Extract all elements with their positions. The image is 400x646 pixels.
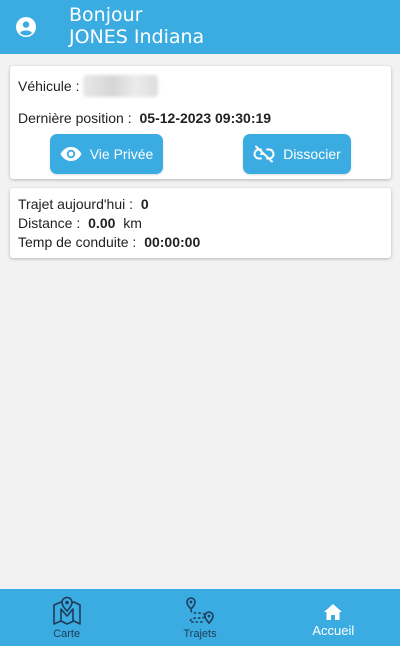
distance-label: Distance : (18, 215, 81, 231)
nav-item-trajets-label: Trajets (183, 628, 217, 640)
distance-row: Distance : 0.00 km (18, 214, 142, 233)
last-position-value: 05-12-2023 09:30:19 (139, 110, 272, 126)
eye-icon (60, 147, 82, 161)
greeting-text: Bonjour (69, 4, 143, 26)
dissociate-button-label: Dissocier (283, 146, 341, 162)
nav-item-carte[interactable]: Carte (0, 589, 133, 646)
route-icon (186, 597, 214, 625)
last-position-row: Dernière position : 05-12-2023 09:30:19 (18, 110, 271, 126)
user-icon (16, 17, 36, 37)
drive-time-row: Temp de conduite : 00:00:00 (18, 233, 200, 252)
last-position-label: Dernière position : (18, 110, 132, 126)
link-off-icon (253, 145, 275, 163)
distance-unit: km (123, 215, 142, 231)
dissociate-button[interactable]: Dissocier (243, 134, 351, 174)
vehicle-card: Véhicule : Dernière position : 05-12-202… (10, 66, 391, 179)
nav-item-accueil-label: Accueil (312, 623, 355, 638)
map-icon (52, 596, 81, 625)
profile-button[interactable] (15, 16, 37, 38)
user-name: JONES Indiana (69, 26, 205, 48)
nav-item-accueil[interactable]: Accueil (267, 589, 400, 646)
vehicle-label: Véhicule : (18, 78, 80, 94)
trips-today-row: Trajet aujourd'hui : 0 (18, 195, 149, 214)
home-icon (324, 604, 343, 620)
trips-today-value: 0 (140, 196, 149, 212)
app-screen: Bonjour JONES Indiana Véhicule : Dernièr… (0, 0, 400, 646)
nav-item-trajets[interactable]: Trajets (133, 589, 266, 646)
private-life-button-label: Vie Privée (89, 146, 154, 162)
header-titles: Bonjour JONES Indiana (69, 4, 204, 48)
private-life-button[interactable]: Vie Privée (50, 134, 163, 174)
nav-item-carte-label: Carte (53, 628, 81, 640)
distance-value: 0.00 (88, 215, 116, 231)
stats-card: Trajet aujourd'hui : 0 Distance : 0.00 k… (10, 188, 391, 258)
drive-time-value: 00:00:00 (144, 234, 201, 250)
vehicle-row: Véhicule : (18, 75, 159, 97)
trips-today-label: Trajet aujourd'hui : (18, 196, 133, 212)
drive-time-label: Temp de conduite : (18, 234, 137, 250)
vehicle-value-redacted (83, 75, 159, 97)
app-header: Bonjour JONES Indiana (0, 0, 400, 54)
bottom-nav: Carte Trajets Accueil (0, 589, 400, 646)
